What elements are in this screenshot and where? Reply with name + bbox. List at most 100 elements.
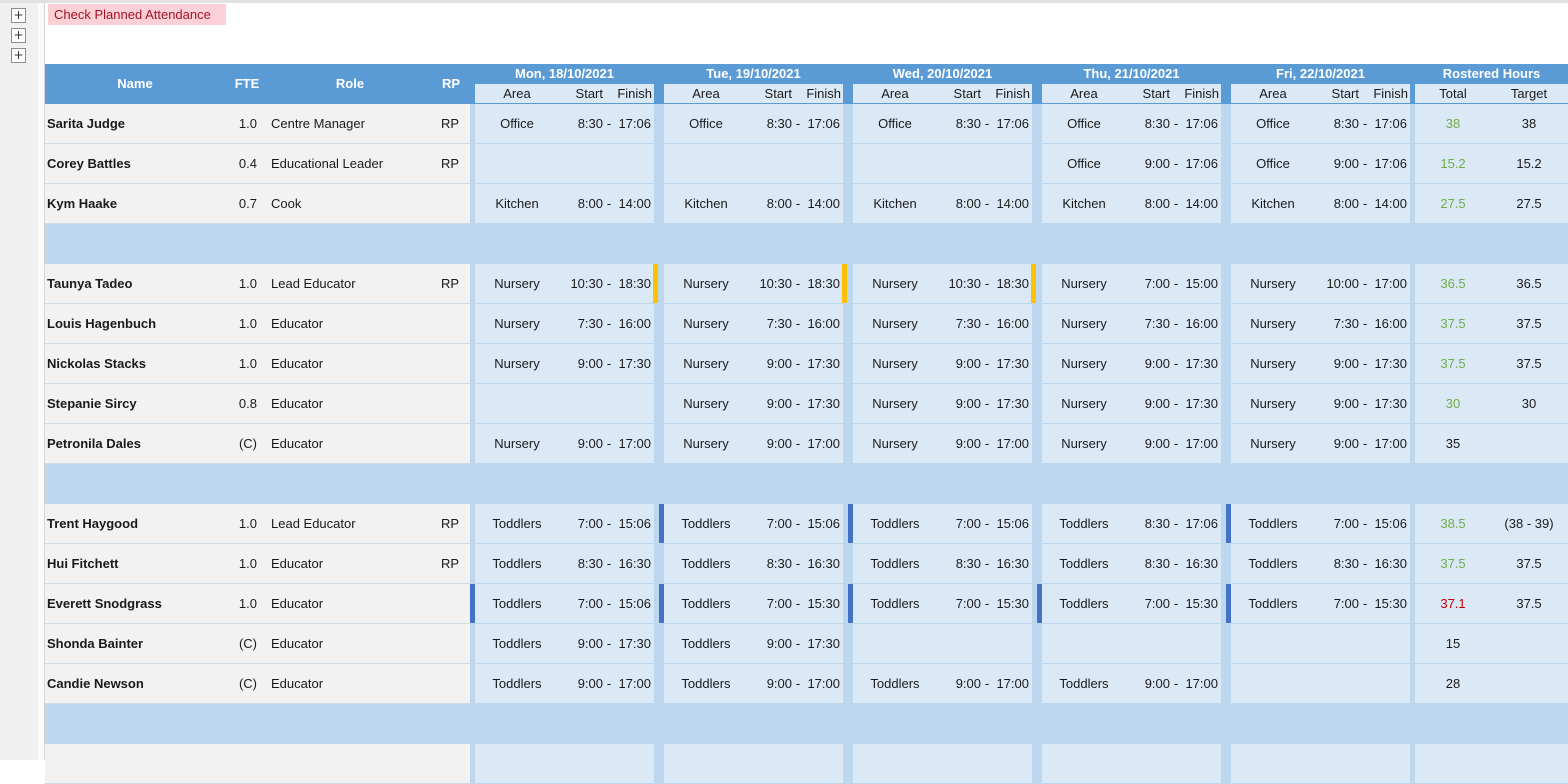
shift-cell[interactable]: Nursery 9:00 - 17:00 [853,424,1032,463]
shift-cell[interactable]: Toddlers 7:00 - 15:30 [1037,584,1221,623]
shift-cell[interactable] [1231,664,1410,703]
shift-cell[interactable]: Kitchen 8:00 - 14:00 [1042,184,1221,223]
plus-icon[interactable]: + [11,8,26,23]
staff-name[interactable]: Corey Battles [47,144,131,184]
shift-start: 8:00 [766,196,792,211]
shift-cell[interactable]: Nursery 7:30 - 16:00 [664,304,843,343]
plus-icon[interactable]: + [11,28,26,43]
table-row[interactable]: Hui Fitchett 1.0 Educator RP Toddlers 8:… [45,544,1568,584]
shift-cell[interactable] [475,384,654,423]
shift-cell[interactable]: Nursery 9:00 - 17:30 [1042,384,1221,423]
shift-cell[interactable]: Office 8:30 - 17:06 [853,104,1032,143]
shift-cell[interactable]: Nursery 9:00 - 17:30 [664,344,843,383]
table-row[interactable]: Louis Hagenbuch 1.0 Educator Nursery 7:3… [45,304,1568,344]
staff-name[interactable]: Nickolas Stacks [47,344,146,384]
shift-cell[interactable]: Toddlers 9:00 - 17:30 [664,624,843,663]
shift-cell[interactable]: Nursery 9:00 - 17:00 [475,424,654,463]
shift-cell[interactable]: Nursery 9:00 - 17:30 [853,384,1032,423]
shift-cell[interactable]: Toddlers 9:00 - 17:00 [1042,664,1221,703]
staff-name[interactable]: Trent Haygood [47,504,138,544]
shift-dash: - [606,556,612,571]
staff-name[interactable]: Stepanie Sircy [47,384,137,424]
staff-name[interactable]: Candie Newson [47,664,144,704]
shift-cell[interactable]: Nursery 10:30 - 18:30 [664,264,847,303]
shift-cell[interactable]: Nursery 9:00 - 17:30 [853,344,1032,383]
shift-cell[interactable] [853,624,1032,663]
shift-cell[interactable]: Toddlers 9:00 - 17:00 [664,664,843,703]
shift-cell[interactable]: Nursery 7:30 - 16:00 [1042,304,1221,343]
shift-cell[interactable]: Nursery 7:30 - 16:00 [1231,304,1410,343]
shift-cell[interactable]: Office 8:30 - 17:06 [475,104,654,143]
shift-cell[interactable]: Toddlers 7:00 - 15:06 [475,504,654,543]
table-row[interactable]: Everett Snodgrass 1.0 Educator Toddlers … [45,584,1568,624]
shift-cell[interactable]: Nursery 9:00 - 17:30 [1231,384,1410,423]
shift-cell[interactable]: Kitchen 8:00 - 14:00 [664,184,843,223]
staff-name[interactable]: Everett Snodgrass [47,584,162,624]
staff-name[interactable]: Kym Haake [47,184,117,224]
shift-cell[interactable]: Toddlers 9:00 - 17:00 [853,664,1032,703]
shift-cell[interactable]: Kitchen 8:00 - 14:00 [1231,184,1410,223]
shift-cell[interactable]: Nursery 10:30 - 18:30 [853,264,1036,303]
shift-cell[interactable] [1231,624,1410,663]
shift-cell[interactable]: Office 8:30 - 17:06 [664,104,843,143]
shift-cell[interactable] [475,144,654,183]
shift-cell[interactable]: Toddlers 8:30 - 16:30 [1231,544,1410,583]
shift-cell[interactable]: Kitchen 8:00 - 14:00 [475,184,654,223]
staff-name[interactable]: Hui Fitchett [47,544,119,584]
shift-cell[interactable]: Nursery 7:30 - 16:00 [853,304,1032,343]
shift-cell[interactable]: Toddlers 7:00 - 15:30 [848,584,1032,623]
shift-cell[interactable]: Nursery 9:00 - 17:30 [1231,344,1410,383]
shift-cell[interactable]: Office 9:00 - 17:06 [1042,144,1221,183]
plus-icon[interactable]: + [11,48,26,63]
shift-cell[interactable]: Office 9:00 - 17:06 [1231,144,1410,183]
table-row[interactable]: Taunya Tadeo 1.0 Lead Educator RP Nurser… [45,264,1568,304]
shift-cell[interactable]: Nursery 9:00 - 17:00 [1231,424,1410,463]
check-planned-attendance-button[interactable]: Check Planned Attendance [48,4,226,25]
shift-cell[interactable]: Nursery 7:30 - 16:00 [475,304,654,343]
staff-name[interactable]: Shonda Bainter [47,624,143,664]
table-row[interactable]: Shonda Bainter (C) Educator Toddlers 9:0… [45,624,1568,664]
shift-cell[interactable]: Nursery 9:00 - 17:00 [1042,424,1221,463]
table-row[interactable]: Corey Battles 0.4 Educational Leader RP … [45,144,1568,184]
table-row[interactable]: Nickolas Stacks 1.0 Educator Nursery 9:0… [45,344,1568,384]
table-row[interactable]: Sarita Judge 1.0 Centre Manager RP Offic… [45,104,1568,144]
shift-cell[interactable]: Office 8:30 - 17:06 [1042,104,1221,143]
shift-cell[interactable]: Toddlers 7:00 - 15:06 [848,504,1032,543]
shift-area: Kitchen [1062,196,1106,211]
shift-cell[interactable]: Nursery 9:00 - 17:30 [664,384,843,423]
shift-cell[interactable]: Toddlers 8:30 - 16:30 [1042,544,1221,583]
staff-name[interactable]: Louis Hagenbuch [47,304,156,344]
shift-cell[interactable]: Nursery 10:00 - 17:00 [1231,264,1410,303]
shift-cell[interactable]: Toddlers 8:30 - 16:30 [475,544,654,583]
shift-cell[interactable]: Toddlers 8:30 - 16:30 [664,544,843,583]
shift-cell[interactable]: Toddlers 7:00 - 15:06 [1226,504,1410,543]
shift-cell[interactable]: Toddlers 9:00 - 17:00 [475,664,654,703]
staff-name[interactable]: Taunya Tadeo [47,264,132,304]
shift-cell[interactable]: Nursery 9:00 - 17:30 [1042,344,1221,383]
shift-cell[interactable]: Nursery 9:00 - 17:00 [664,424,843,463]
shift-cell[interactable]: Nursery 7:00 - 15:00 [1042,264,1221,303]
shift-cell[interactable]: Kitchen 8:00 - 14:00 [853,184,1032,223]
shift-cell[interactable]: Toddlers 7:00 - 15:06 [470,584,654,623]
table-row[interactable]: Stepanie Sircy 0.8 Educator Nursery 9:00… [45,384,1568,424]
shift-cell[interactable]: Toddlers 7:00 - 15:30 [659,584,843,623]
shift-cell[interactable] [664,144,843,183]
day-subheader: Area Start Finish [1231,84,1410,103]
shift-cell[interactable]: Toddlers 8:30 - 17:06 [1042,504,1221,543]
staff-name[interactable]: Sarita Judge [47,104,125,144]
shift-cell[interactable]: Toddlers 7:00 - 15:06 [659,504,843,543]
shift-cell[interactable]: Nursery 9:00 - 17:30 [475,344,654,383]
shift-cell[interactable]: Office 8:30 - 17:06 [1231,104,1410,143]
table-row[interactable]: Petronila Dales (C) Educator Nursery 9:0… [45,424,1568,464]
shift-cell[interactable] [1042,624,1221,663]
shift-cell[interactable]: Nursery 10:30 - 18:30 [475,264,658,303]
staff-name[interactable]: Petronila Dales [47,424,141,464]
shift-cell[interactable]: Toddlers 9:00 - 17:30 [475,624,654,663]
day-title: Thu, 21/10/2021 [1083,66,1180,81]
table-row[interactable]: Trent Haygood 1.0 Lead Educator RP Toddl… [45,504,1568,544]
shift-cell[interactable]: Toddlers 7:00 - 15:30 [1226,584,1410,623]
table-row[interactable]: Candie Newson (C) Educator Toddlers 9:00… [45,664,1568,704]
shift-cell[interactable] [853,144,1032,183]
shift-cell[interactable]: Toddlers 8:30 - 16:30 [853,544,1032,583]
table-row[interactable]: Kym Haake 0.7 Cook Kitchen 8:00 - 14:00 K… [45,184,1568,224]
